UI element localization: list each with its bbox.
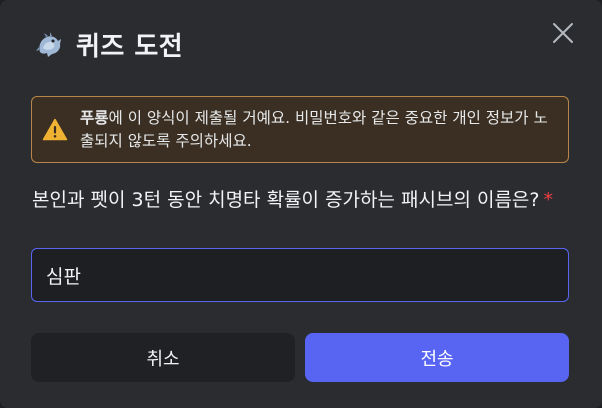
notice-app-name: 푸룡 [80,108,109,127]
question-label: 본인과 펫이 3턴 동안 치명타 확률이 증가하는 패시브의 이름은? * [32,188,572,213]
warning-notice: 푸룡에 이 양식이 제출될 거예요. 비밀번호와 같은 중요한 개인 정보가 노… [31,96,569,163]
notice-text: 푸룡에 이 양식이 제출될 거예요. 비밀번호와 같은 중요한 개인 정보가 노… [80,107,556,153]
close-button[interactable] [550,20,576,46]
warning-icon [42,118,68,140]
notice-message: 에 이 양식이 제출될 거예요. 비밀번호와 같은 중요한 개인 정보가 노출되… [80,108,548,150]
required-mark: * [543,189,554,211]
quiz-modal: 퀴즈 도전 푸룡에 이 양식이 제출될 거예요. 비밀번호와 같은 중요한 개인… [0,0,602,408]
modal-header: 퀴즈 도전 [32,26,183,63]
cancel-button[interactable]: 취소 [31,333,295,382]
submit-button[interactable]: 전송 [305,333,569,382]
dragon-emoji-icon [32,28,66,62]
question-text: 본인과 펫이 3턴 동안 치명타 확률이 증가하는 패시브의 이름은? [32,189,540,211]
modal-title: 퀴즈 도전 [76,32,184,62]
close-icon [553,23,573,43]
answer-input[interactable]: 심판 [31,248,569,302]
